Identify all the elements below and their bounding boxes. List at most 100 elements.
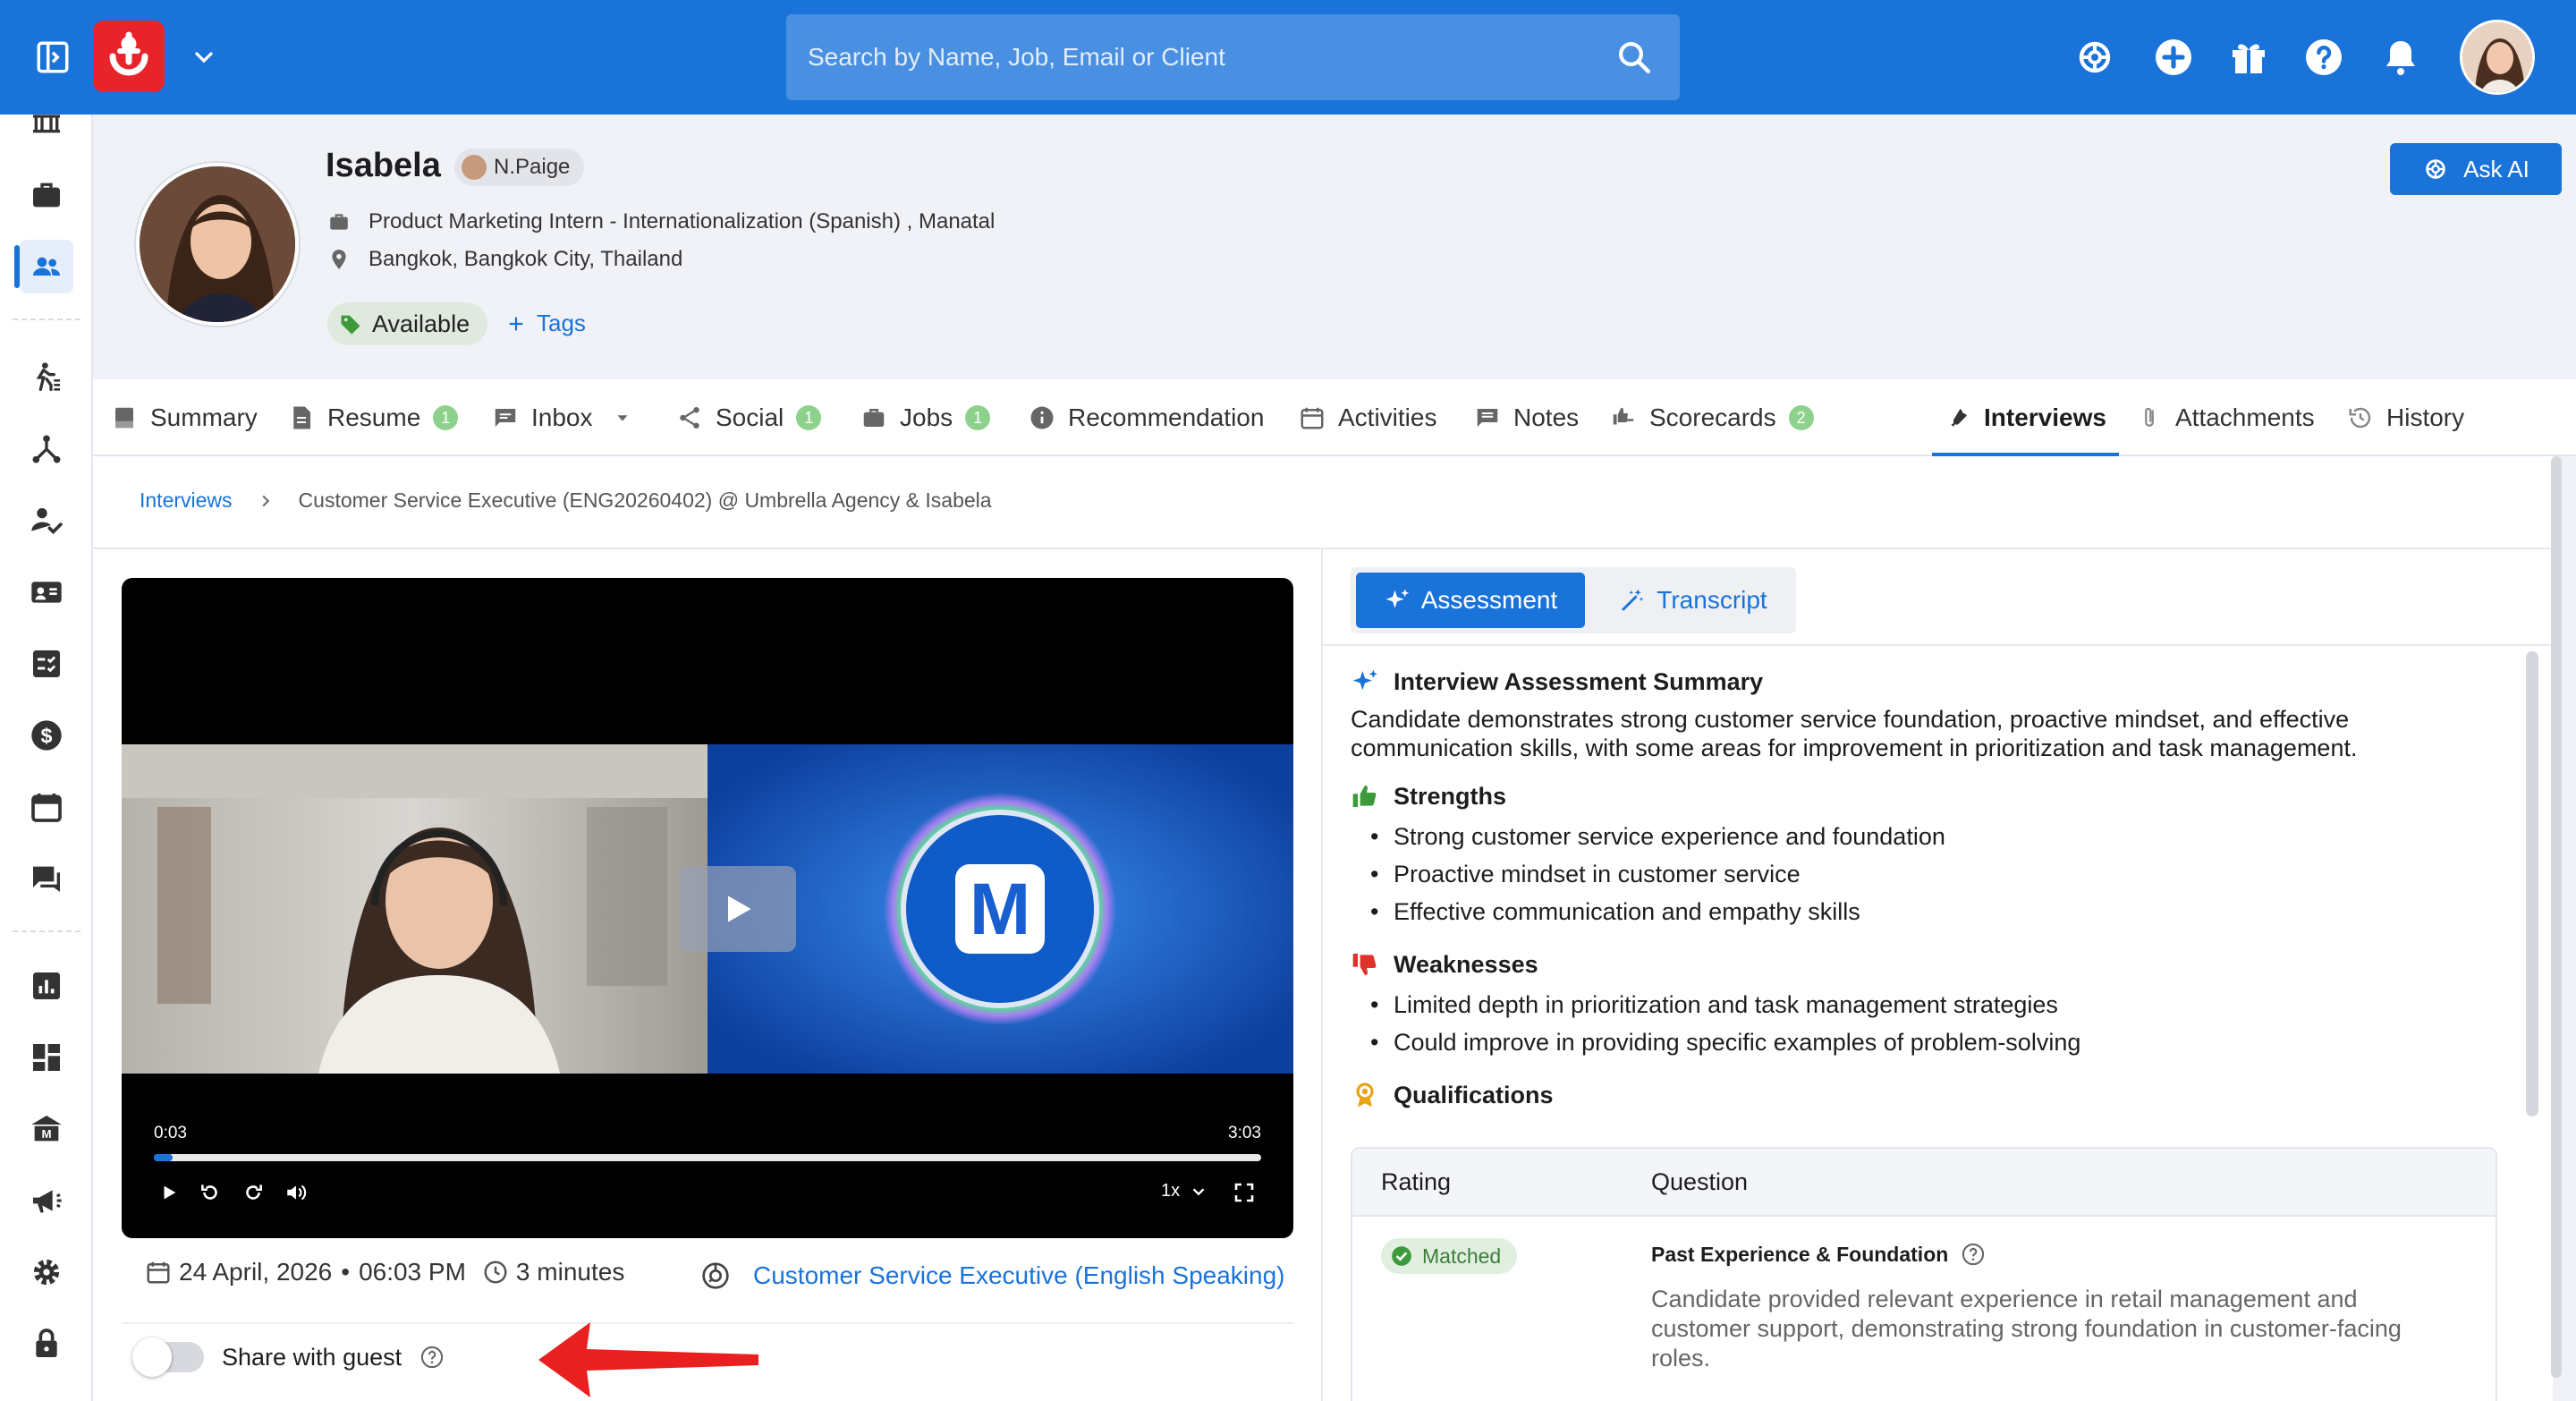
tab-assessment[interactable]: Assessment (1356, 573, 1585, 628)
sidebar-item-contacts[interactable] (20, 565, 73, 619)
calendar-icon (31, 794, 62, 822)
sidebar-item-approvals[interactable] (20, 494, 73, 548)
breadcrumb-current: Customer Service Executive (ENG20260402)… (298, 488, 992, 512)
chevron-down-icon[interactable] (190, 43, 218, 72)
sidebar-item-settings[interactable] (20, 1245, 73, 1299)
interview-template-link[interactable]: Customer Service Executive (English Spea… (698, 1258, 1284, 1294)
play-overlay-button[interactable] (680, 866, 796, 952)
play-button[interactable] (156, 1179, 182, 1206)
annotation-arrow-icon (538, 1322, 758, 1397)
tab-jobs[interactable]: Jobs 1 (860, 379, 991, 456)
svg-text:M: M (41, 1127, 51, 1141)
question-answer: Candidate provided relevant experience i… (1651, 1286, 2402, 1371)
dashboard-icon (33, 1044, 60, 1071)
candidate-header: Isabela N.Paige Product Marketing Intern… (93, 115, 2576, 379)
sidebar-item-security[interactable] (20, 1317, 73, 1371)
sidebar-item-marketing[interactable] (20, 1174, 73, 1227)
tab-social[interactable]: Social 1 (676, 379, 822, 456)
tab-label: Inbox (531, 403, 593, 431)
help-circle-icon[interactable] (419, 1345, 445, 1370)
sidebar-item-billing[interactable]: $ (20, 709, 73, 762)
playback-speed-select[interactable]: 1x (1161, 1181, 1208, 1201)
tab-inbox[interactable]: Inbox (492, 379, 632, 456)
interviews-icon (1951, 409, 1967, 427)
candidate-tabs: Summary Resume 1 Inbox Social 1 Jobs 1 R… (93, 379, 2576, 456)
assessment-scrollbar[interactable] (2526, 651, 2538, 1117)
tab-recommendation[interactable]: Recommendation (1029, 379, 1264, 456)
tab-notes[interactable]: Notes (1474, 379, 1579, 456)
tab-resume[interactable]: Resume 1 (288, 379, 459, 456)
owner-name: N.Paige (494, 155, 571, 179)
tab-label: Activities (1338, 403, 1437, 431)
sidebar-item-career-page[interactable]: M (20, 1102, 73, 1156)
breadcrumb-interviews-link[interactable]: Interviews (140, 488, 233, 513)
status-badge[interactable]: Available (327, 302, 488, 345)
search-icon[interactable] (1615, 38, 1653, 76)
summary-title: Interview Assessment Summary (1394, 667, 1764, 695)
sidebar-divider (13, 930, 80, 932)
fullscreen-button[interactable] (1231, 1179, 1258, 1206)
top-bar (0, 0, 2576, 115)
hierarchy-icon (32, 435, 61, 463)
chat-icon (495, 409, 516, 427)
interview-time: 06:03 PM (359, 1258, 466, 1286)
strengths-title: Strengths (1394, 782, 1507, 810)
tab-transcript[interactable]: Transcript (1597, 573, 1789, 628)
sidebar-item-dashboard[interactable] (20, 1031, 73, 1084)
tab-history[interactable]: History (2347, 379, 2464, 456)
sidebar-toggle-icon[interactable] (34, 38, 72, 76)
candidate-job-row: Product Marketing Intern - International… (327, 209, 995, 234)
tab-summary[interactable]: Summary (111, 379, 258, 456)
help-circle-icon[interactable] (2302, 36, 2345, 79)
page-scrollbar[interactable] (2551, 456, 2562, 1378)
add-tags-link[interactable]: Tags (506, 310, 586, 337)
tab-label: Jobs (900, 403, 953, 431)
svg-text:M: M (970, 869, 1030, 950)
sidebar-item-tasks[interactable] (20, 637, 73, 691)
video-player[interactable]: M 0:03 3:03 1x (122, 578, 1293, 1238)
sidebar-item-reports[interactable] (20, 959, 73, 1013)
add-circle-icon[interactable] (2152, 36, 2195, 79)
column-header-question: Question (1651, 1168, 1749, 1195)
sidebar-divider (13, 318, 80, 320)
help-circle-icon[interactable] (1961, 1242, 1986, 1267)
briefcase-icon (330, 214, 348, 230)
sidebar-item-messages[interactable] (20, 852, 73, 905)
tab-activities[interactable]: Activities (1299, 379, 1436, 456)
tab-label: Social (716, 403, 784, 431)
document-icon (293, 406, 310, 429)
ask-ai-button[interactable]: Ask AI (2390, 143, 2562, 195)
divider (93, 548, 2553, 549)
briefcase-icon (863, 409, 885, 427)
rewind-button[interactable] (197, 1179, 224, 1206)
tab-attachments[interactable]: Attachments (2136, 379, 2315, 456)
openai-icon[interactable] (2073, 36, 2116, 79)
list-item: Could improve in providing specific exam… (1370, 1023, 2080, 1061)
volume-button[interactable] (283, 1179, 309, 1206)
tab-interviews[interactable]: Interviews (1932, 379, 2119, 456)
share-with-guest-toggle[interactable] (132, 1337, 204, 1377)
tab-label: Attachments (2175, 403, 2315, 431)
sidebar-item-workflows[interactable] (20, 422, 73, 476)
sidebar-item-candidates[interactable] (14, 240, 73, 293)
chevron-down-icon (1192, 1187, 1205, 1195)
tab-scorecards[interactable]: Scorecards 2 (1610, 379, 1814, 456)
user-avatar[interactable] (2460, 20, 2535, 95)
share-icon (680, 407, 699, 429)
caret-down-icon[interactable] (613, 408, 632, 428)
gift-icon[interactable] (2227, 36, 2270, 79)
weaknesses-list: Limited depth in prioritization and task… (1370, 986, 2080, 1061)
list-item: Effective communication and empathy skil… (1370, 893, 1945, 930)
app-logo[interactable] (93, 21, 165, 92)
divider (1321, 548, 1323, 1401)
search-input[interactable] (786, 14, 1680, 100)
sidebar-item-calendar[interactable] (20, 780, 73, 834)
sidebar-item-jobs[interactable] (20, 168, 73, 222)
sidebar-item-pipeline[interactable] (20, 351, 73, 404)
sidebar-item-organization[interactable] (20, 115, 73, 141)
bell-icon[interactable] (2379, 36, 2422, 79)
video-current-time: 0:03 (154, 1124, 187, 1142)
video-progress-bar[interactable] (154, 1154, 1261, 1161)
forward-button[interactable] (240, 1179, 267, 1206)
owner-badge[interactable]: N.Paige (454, 149, 585, 186)
